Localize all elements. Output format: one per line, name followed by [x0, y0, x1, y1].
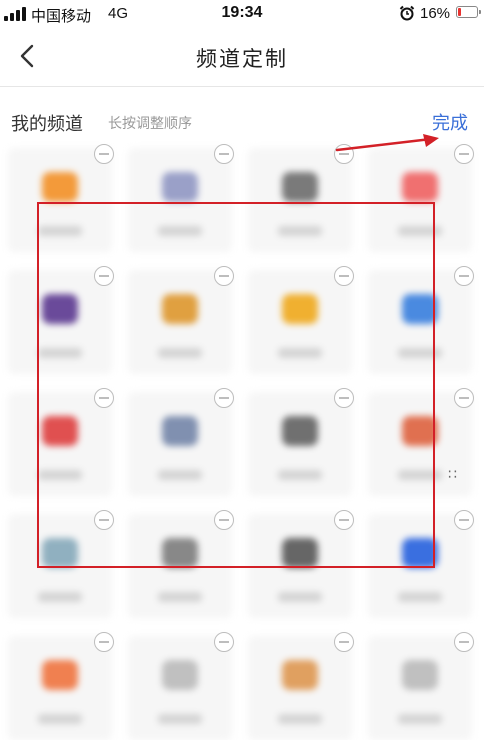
remove-channel-icon[interactable] [454, 388, 474, 408]
battery-icon [456, 6, 481, 18]
channel-label [158, 714, 202, 724]
channel-icon [162, 660, 198, 690]
battery-percent: 16% [420, 5, 451, 22]
edge-mark: ∷ [448, 466, 457, 482]
channel-icon [282, 660, 318, 690]
remove-channel-icon[interactable] [214, 144, 234, 164]
remove-channel-icon[interactable] [94, 632, 114, 652]
channel-label [398, 714, 442, 724]
channel-label [278, 592, 322, 602]
channel-tile[interactable] [8, 636, 112, 740]
channel-tile[interactable] [248, 636, 352, 740]
channel-label [278, 714, 322, 724]
remove-channel-icon[interactable] [454, 266, 474, 286]
annotation-highlight-box [37, 202, 435, 568]
remove-channel-icon[interactable] [454, 144, 474, 164]
channel-icon [42, 660, 78, 690]
channel-tile[interactable] [368, 636, 472, 740]
channel-label [38, 714, 82, 724]
channel-icon [282, 172, 318, 202]
remove-channel-icon[interactable] [94, 144, 114, 164]
page-title: 频道定制 [196, 48, 288, 71]
status-bar: 中国移动 4G 19:34 16% [0, 0, 484, 28]
remove-channel-icon[interactable] [214, 632, 234, 652]
reorder-hint: 长按调整顺序 [108, 115, 192, 131]
channel-icon [402, 660, 438, 690]
alarm-icon [399, 5, 415, 21]
annotation-arrow-icon [335, 134, 439, 152]
remove-channel-icon[interactable] [454, 632, 474, 652]
remove-channel-icon[interactable] [334, 632, 354, 652]
channel-icon [402, 172, 438, 202]
channel-label [398, 592, 442, 602]
nav-bar: 频道定制 [0, 28, 484, 87]
remove-channel-icon[interactable] [454, 510, 474, 530]
channel-label [158, 592, 202, 602]
channel-tile[interactable] [128, 636, 232, 740]
section-title: 我的频道 [11, 114, 83, 134]
channel-icon [162, 172, 198, 202]
channel-label [38, 592, 82, 602]
channel-icon [42, 172, 78, 202]
